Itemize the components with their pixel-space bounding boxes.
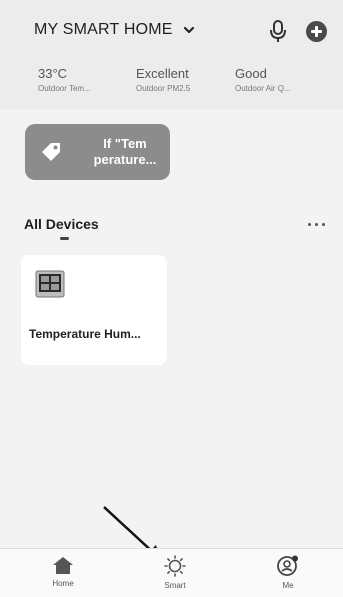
weather-air-quality: Good Outdoor Air Q... (235, 66, 291, 93)
smart-sun-icon (164, 555, 186, 577)
bottom-tab-bar: Home Smart Me (0, 548, 343, 597)
section-underline (60, 237, 69, 240)
scene-label-line1: If "Tem (103, 136, 147, 151)
more-options-button[interactable] (306, 220, 328, 230)
chevron-down-icon (183, 26, 194, 34)
weather-pm25: Excellent Outdoor PM2.5 (136, 66, 190, 93)
tab-label: Me (282, 581, 294, 590)
weather-label: Outdoor PM2.5 (136, 84, 191, 93)
weather-value: Good (235, 66, 267, 81)
scene-label: If "Tem perature... (83, 136, 167, 168)
weather-label: Outdoor Air Q... (235, 84, 291, 93)
tab-home[interactable]: Home (33, 555, 93, 588)
weather-label: Outdoor Tem... (38, 84, 91, 93)
add-device-button[interactable] (306, 21, 327, 42)
home-icon (53, 557, 73, 574)
tab-smart[interactable]: Smart (145, 555, 205, 590)
tab-label: Home (52, 579, 74, 588)
weather-value: 33°C (38, 66, 68, 81)
header: MY SMART HOME 33°C Outdoor Tem... Excell… (0, 0, 343, 110)
scene-card[interactable]: If "Tem perature... (25, 124, 170, 180)
home-switcher[interactable]: MY SMART HOME (34, 21, 197, 39)
user-profile-icon (277, 555, 298, 576)
microphone-icon[interactable] (267, 19, 289, 43)
scene-label-line2: perature... (93, 152, 157, 167)
device-card[interactable]: Temperature Hum... (21, 255, 167, 365)
weather-temperature: 33°C Outdoor Tem... (38, 66, 91, 93)
device-name: Temperature Hum... (29, 327, 141, 341)
tab-label: Smart (164, 581, 186, 590)
section-title-all-devices[interactable]: All Devices (24, 216, 99, 232)
tag-icon (42, 143, 60, 161)
weather-value: Excellent (136, 66, 189, 81)
home-title: MY SMART HOME (34, 21, 173, 38)
smart-home-screen: MY SMART HOME 33°C Outdoor Tem... Excell… (0, 0, 343, 597)
tab-me[interactable]: Me (258, 555, 318, 590)
thermo-hygrometer-icon (35, 270, 65, 298)
